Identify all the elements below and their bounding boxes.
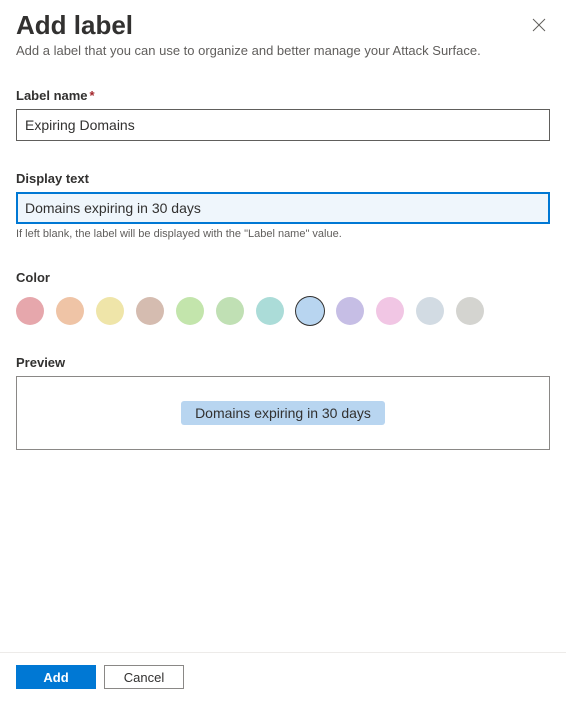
color-swatch-4[interactable]: [176, 297, 204, 325]
dialog-title: Add label: [16, 10, 133, 41]
display-text-hint: If left blank, the label will be display…: [16, 228, 550, 240]
color-swatch-11[interactable]: [456, 297, 484, 325]
preview-chip: Domains expiring in 30 days: [181, 401, 385, 425]
color-swatch-2[interactable]: [96, 297, 124, 325]
color-swatch-8[interactable]: [336, 297, 364, 325]
color-swatch-10[interactable]: [416, 297, 444, 325]
color-swatch-7[interactable]: [296, 297, 324, 325]
color-swatch-row: [16, 297, 550, 325]
display-text-input[interactable]: [16, 192, 550, 224]
cancel-button[interactable]: Cancel: [104, 665, 184, 689]
color-swatch-9[interactable]: [376, 297, 404, 325]
label-name-label: Label name*: [16, 88, 550, 103]
close-button[interactable]: [528, 14, 550, 39]
preview-label: Preview: [16, 355, 550, 370]
dialog-subtitle: Add a label that you can use to organize…: [16, 43, 550, 58]
close-icon: [532, 20, 546, 35]
label-name-input[interactable]: [16, 109, 550, 141]
color-swatch-1[interactable]: [56, 297, 84, 325]
required-indicator: *: [90, 88, 95, 103]
color-label: Color: [16, 270, 550, 285]
add-button[interactable]: Add: [16, 665, 96, 689]
dialog-footer: Add Cancel: [0, 652, 566, 701]
color-swatch-6[interactable]: [256, 297, 284, 325]
color-swatch-5[interactable]: [216, 297, 244, 325]
color-swatch-3[interactable]: [136, 297, 164, 325]
color-swatch-0[interactable]: [16, 297, 44, 325]
preview-box: Domains expiring in 30 days: [16, 376, 550, 450]
display-text-label: Display text: [16, 171, 550, 186]
